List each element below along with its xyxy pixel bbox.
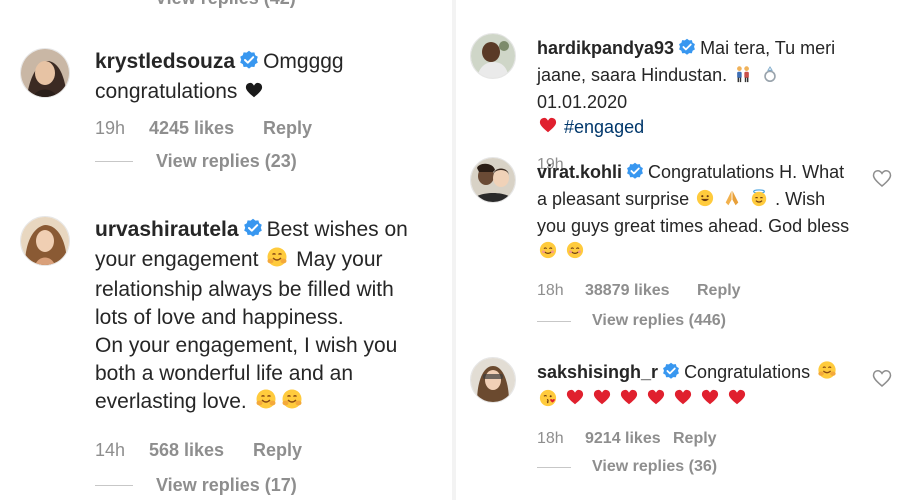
halo-face-icon bbox=[750, 189, 768, 214]
view-replies-button[interactable]: View replies (446) bbox=[537, 312, 857, 330]
red-heart-icon bbox=[539, 117, 557, 142]
grinning-face-icon bbox=[696, 189, 714, 214]
view-replies-button[interactable]: View replies (17) bbox=[95, 475, 425, 496]
comment-meta: 18h 9214 likes Reply bbox=[537, 430, 857, 448]
like-heart-icon[interactable] bbox=[872, 369, 892, 394]
view-replies-label: View replies (446) bbox=[592, 312, 726, 329]
comment-meta: 19h 4245 likes Reply bbox=[95, 118, 425, 139]
comment-item: urvashirautela Best wishes on your engage… bbox=[20, 216, 440, 496]
likes-count[interactable]: 9214 likes bbox=[585, 430, 673, 448]
hugging-face-icon bbox=[281, 388, 303, 418]
verified-badge-icon bbox=[678, 38, 696, 63]
red-heart-icon bbox=[620, 389, 638, 414]
replies-divider-line bbox=[537, 466, 571, 468]
comment-item: krystledsouza Omgggg congratulations 19h … bbox=[20, 48, 440, 188]
red-heart-icon bbox=[647, 389, 665, 414]
view-replies-label: View replies (17) bbox=[156, 475, 297, 495]
hugging-face-icon bbox=[817, 360, 837, 387]
username[interactable]: hardikpandya93 bbox=[537, 38, 674, 58]
avatar[interactable] bbox=[470, 157, 516, 203]
left-comments-panel: View replies (42) krystledsouzaOmgggg co… bbox=[0, 0, 452, 500]
hashtag-link[interactable]: #engaged bbox=[564, 117, 644, 137]
view-replies-label: View replies (36) bbox=[592, 458, 718, 475]
folded-hands-icon bbox=[723, 189, 741, 214]
hugging-face-icon bbox=[266, 246, 288, 276]
avatar[interactable] bbox=[20, 48, 70, 98]
verified-badge-icon bbox=[243, 218, 263, 246]
comment-text: krystledsouza Omgggg congratulations bbox=[95, 48, 425, 108]
username[interactable]: krystledsouza bbox=[95, 50, 235, 73]
verified-badge-icon bbox=[626, 162, 644, 187]
comment-time[interactable]: 18h bbox=[537, 430, 585, 448]
ring-icon bbox=[761, 65, 779, 90]
smiling-face-icon bbox=[539, 241, 557, 266]
red-heart-icon bbox=[728, 389, 746, 414]
likes-count[interactable]: 38879 likes bbox=[585, 282, 697, 300]
comment-item: virat.kohli Congratulations H. What a ple… bbox=[470, 157, 896, 332]
red-heart-icon bbox=[701, 389, 719, 414]
verified-badge-icon bbox=[239, 50, 259, 78]
couple-icon bbox=[734, 65, 752, 90]
comment-time[interactable]: 14h bbox=[95, 440, 149, 461]
avatar[interactable] bbox=[470, 357, 516, 403]
caption-date: 01.01.2020 bbox=[537, 92, 628, 112]
verified-badge-icon bbox=[662, 362, 680, 387]
hugging-face-icon bbox=[255, 388, 277, 418]
comment-body-part: On your engagement, I wish you both a wo… bbox=[95, 334, 398, 413]
replies-divider-line bbox=[95, 485, 133, 486]
comment-text: urvashirautela Best wishes on your engage… bbox=[95, 216, 425, 418]
replies-divider-line bbox=[95, 161, 133, 162]
caption-text: hardikpandya93 Mai tera, Tu meri jaane, s… bbox=[537, 36, 857, 142]
red-heart-icon bbox=[566, 389, 584, 414]
comment-body-part: Congratulations bbox=[684, 362, 811, 382]
comment-meta: 18h 38879 likes Reply bbox=[537, 282, 857, 300]
caption-item: hardikpandya93 Mai tera, Tu meri jaane, s… bbox=[470, 33, 890, 173]
reply-button[interactable]: Reply bbox=[697, 282, 741, 300]
avatar[interactable] bbox=[20, 216, 70, 266]
replies-toggle-top[interactable]: View replies (42) bbox=[95, 0, 296, 8]
comment-item: sakshisingh_r Congratulations 18h 9214 li… bbox=[470, 357, 896, 497]
kissing-face-icon bbox=[539, 389, 557, 414]
red-heart-icon bbox=[593, 389, 611, 414]
comment-text: virat.kohli Congratulations H. What a ple… bbox=[537, 160, 857, 266]
comment-time[interactable]: 18h bbox=[537, 282, 585, 300]
likes-count[interactable]: 568 likes bbox=[149, 440, 253, 461]
comment-meta: 14h 568 likes Reply bbox=[95, 440, 425, 461]
view-replies-button[interactable]: View replies (36) bbox=[537, 458, 857, 476]
likes-count[interactable]: 4245 likes bbox=[149, 118, 263, 139]
replies-toggle-label: View replies (42) bbox=[155, 0, 296, 9]
red-heart-icon bbox=[674, 389, 692, 414]
avatar[interactable] bbox=[470, 33, 516, 79]
reply-button[interactable]: Reply bbox=[253, 440, 302, 461]
replies-divider-line bbox=[537, 320, 571, 322]
comment-text: sakshisingh_r Congratulations bbox=[537, 360, 857, 414]
smiling-face-icon bbox=[566, 241, 584, 266]
reply-button[interactable]: Reply bbox=[263, 118, 312, 139]
like-heart-icon[interactable] bbox=[872, 169, 892, 194]
right-comments-panel: hardikpandya93 Mai tera, Tu meri jaane, s… bbox=[456, 0, 900, 500]
black-heart-icon bbox=[245, 80, 263, 108]
view-replies-label: View replies (23) bbox=[156, 151, 297, 171]
username[interactable]: sakshisingh_r bbox=[537, 362, 658, 382]
username[interactable]: urvashirautela bbox=[95, 218, 239, 241]
username[interactable]: virat.kohli bbox=[537, 162, 622, 182]
reply-button[interactable]: Reply bbox=[673, 430, 717, 448]
view-replies-button[interactable]: View replies (23) bbox=[95, 151, 425, 172]
comment-time[interactable]: 19h bbox=[95, 118, 149, 139]
